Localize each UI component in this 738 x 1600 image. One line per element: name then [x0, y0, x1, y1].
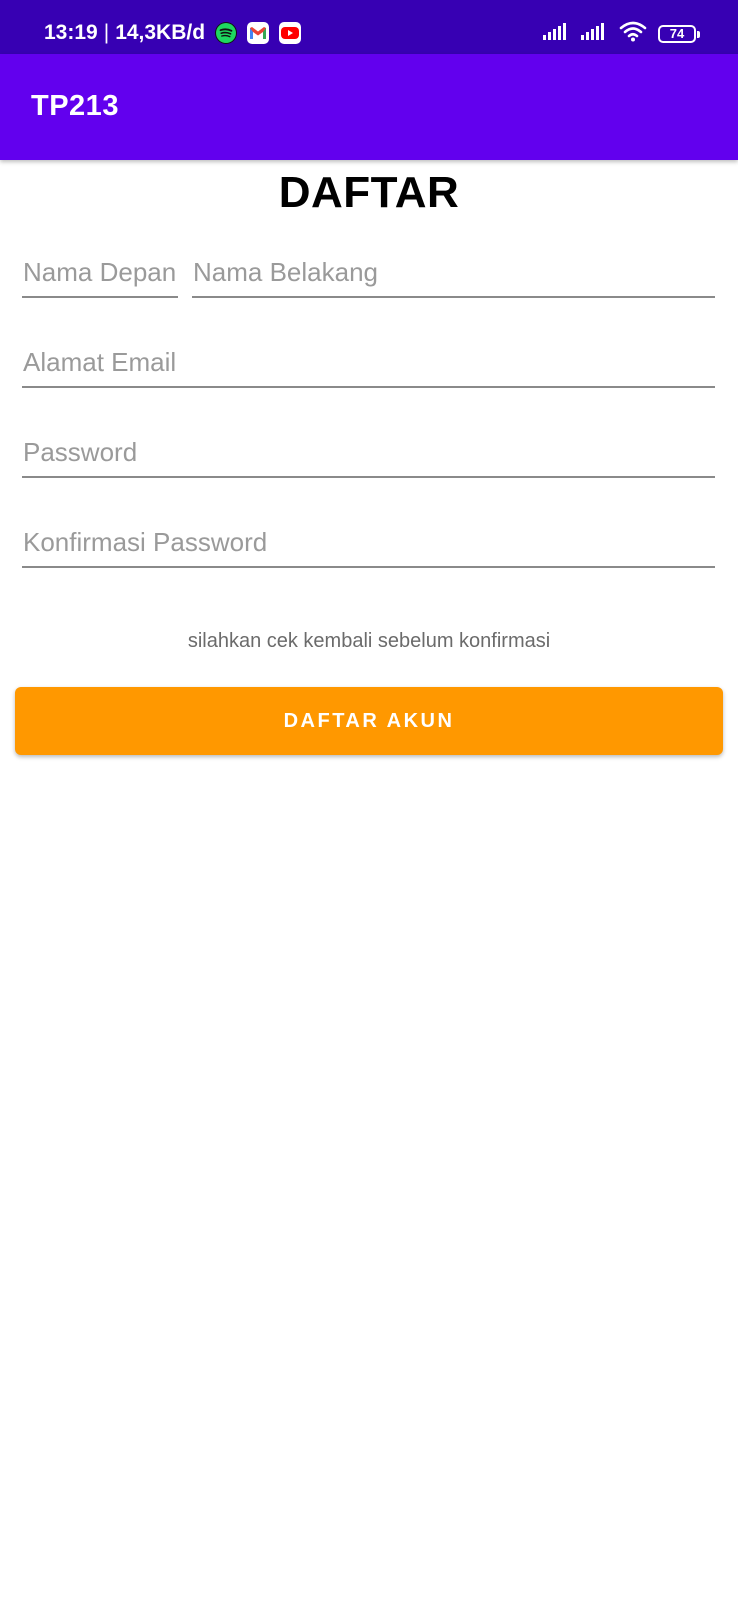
- wifi-icon: [618, 20, 648, 47]
- email-field[interactable]: [22, 342, 715, 388]
- status-bar: 13:19 | 14,3KB/d 74: [0, 0, 738, 54]
- status-separator: |: [103, 21, 110, 44]
- signal-icon: [542, 21, 570, 46]
- app-title: TP213: [31, 90, 119, 122]
- battery-level: 74: [669, 26, 685, 41]
- last-name-field[interactable]: [192, 252, 715, 298]
- gmail-icon: [247, 22, 270, 44]
- status-left: 13:19 | 14,3KB/d: [44, 20, 302, 46]
- register-button[interactable]: DAFTAR AKUN: [15, 687, 723, 755]
- signal-icon: [580, 21, 608, 46]
- app-bar: TP213: [0, 54, 738, 160]
- page-title: DAFTAR: [278, 168, 460, 217]
- network-speed: 14,3KB/d: [115, 21, 206, 44]
- confirmation-hint: silahkan cek kembali sebelum konfirmasi: [187, 630, 551, 652]
- status-right: 74: [542, 20, 700, 47]
- password-field[interactable]: [22, 432, 715, 478]
- battery-cap: [697, 30, 700, 38]
- battery-icon: 74: [658, 24, 700, 43]
- spotify-icon: [215, 22, 238, 44]
- youtube-icon: [279, 22, 302, 44]
- status-time: 13:19: [44, 21, 98, 44]
- first-name-field[interactable]: [22, 252, 178, 298]
- register-screen: 13:19 | 14,3KB/d 74 TP213 DAFTAR Nama De…: [0, 0, 738, 1600]
- confirm-password-field[interactable]: [22, 522, 715, 568]
